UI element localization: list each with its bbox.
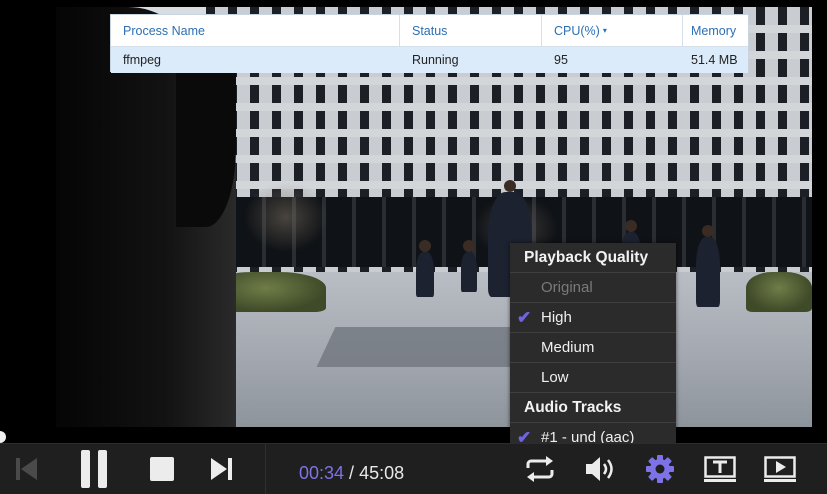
current-time: 00:34: [299, 463, 345, 483]
cell-memory: 51.4 MB: [691, 53, 738, 67]
quality-option-original: Original: [510, 272, 676, 302]
settings-menu: Playback Quality Original ✔ High Medium …: [510, 243, 676, 447]
video-person: [696, 225, 720, 307]
cell-cpu: 95: [554, 53, 568, 67]
cast-button[interactable]: [760, 444, 800, 494]
playback-quality-title: Playback Quality: [524, 249, 649, 266]
volume-icon: [584, 455, 616, 483]
quality-option-label: Original: [541, 279, 593, 296]
control-divider: [265, 444, 266, 494]
settings-button[interactable]: [640, 444, 680, 494]
skip-next-button[interactable]: [202, 444, 242, 494]
cell-status: Running: [412, 53, 459, 67]
audio-tracks-title: Audio Tracks: [510, 392, 676, 422]
seek-handle[interactable]: [0, 431, 6, 443]
sort-descending-icon: ▾: [602, 26, 607, 35]
cell-process-name: ffmpeg: [123, 53, 161, 67]
pause-icon: [79, 449, 109, 489]
skip-previous-button[interactable]: [6, 444, 46, 494]
skip-previous-icon: [13, 456, 39, 482]
quality-option-low[interactable]: Low: [510, 362, 676, 392]
process-table-header: Process Name Status CPU(%) ▾ Memory: [111, 15, 748, 47]
video-person: [461, 240, 477, 292]
quality-option-label: High: [541, 309, 572, 326]
player-control-bar: [0, 443, 827, 494]
cast-icon: [764, 456, 796, 482]
stop-icon: [149, 456, 175, 482]
video-hedge-right: [746, 272, 812, 312]
quality-option-label: Low: [541, 369, 569, 386]
column-header-process-name[interactable]: Process Name: [111, 15, 400, 46]
process-table: Process Name Status CPU(%) ▾ Memory ffmp…: [110, 14, 749, 73]
pause-button[interactable]: [72, 444, 116, 494]
repeat-button[interactable]: [520, 444, 560, 494]
volume-button[interactable]: [580, 444, 620, 494]
table-row[interactable]: ffmpeg Running 95 51.4 MB: [111, 47, 748, 73]
subtitles-button[interactable]: [700, 444, 740, 494]
stop-button[interactable]: [142, 444, 182, 494]
time-display: 00:34 / 45:08: [299, 463, 404, 484]
settings-gear-icon: [645, 454, 675, 484]
checkmark-icon: ✔: [517, 308, 532, 327]
skip-next-icon: [209, 456, 235, 482]
repeat-icon: [524, 456, 556, 482]
column-header-cpu-label: CPU(%): [554, 23, 600, 38]
time-separator: /: [344, 463, 360, 483]
column-header-memory[interactable]: Memory: [683, 15, 748, 46]
quality-option-high[interactable]: ✔ High: [510, 302, 676, 332]
subtitles-icon: [704, 456, 736, 482]
duration: 45:08: [359, 463, 405, 483]
column-header-cpu[interactable]: CPU(%) ▾: [542, 15, 683, 46]
quality-option-medium[interactable]: Medium: [510, 332, 676, 362]
column-header-status[interactable]: Status: [400, 15, 542, 46]
quality-option-label: Medium: [541, 339, 595, 356]
video-person: [416, 240, 434, 297]
